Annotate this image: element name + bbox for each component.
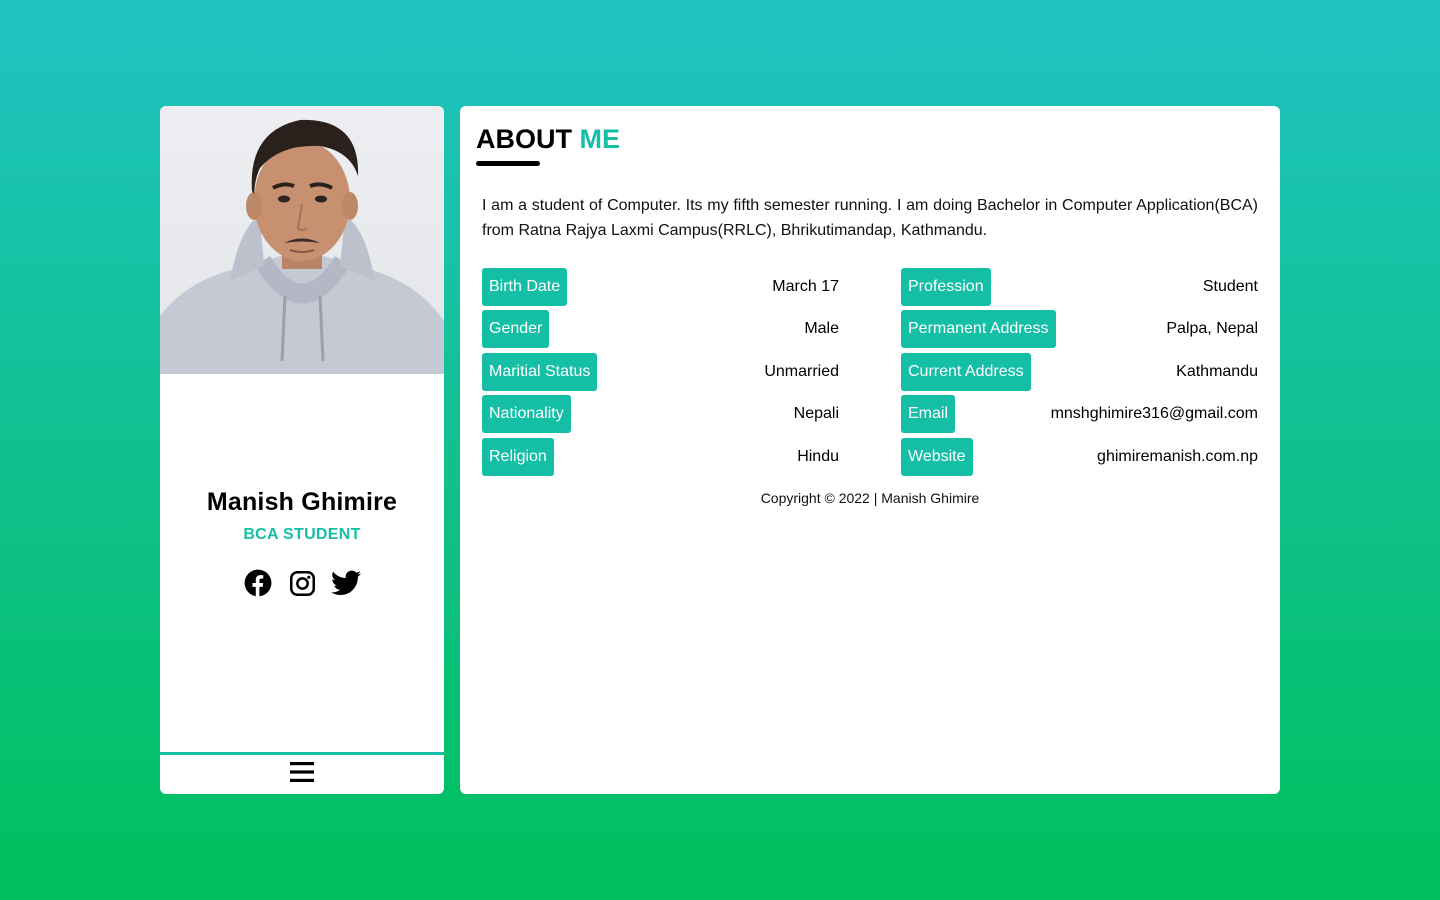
- detail-row-email: Email mnshghimire316@gmail.com: [901, 395, 1258, 433]
- detail-label: Email: [901, 395, 956, 433]
- detail-value: Male: [804, 320, 839, 337]
- detail-label: Gender: [482, 310, 550, 348]
- detail-row-profession: Profession Student: [901, 268, 1258, 306]
- detail-row-website: Website ghimiremanish.com.np: [901, 438, 1258, 476]
- menu-toggle-button[interactable]: [160, 752, 444, 794]
- twitter-icon[interactable]: [331, 568, 361, 598]
- profile-photo: [160, 106, 444, 374]
- social-links: [160, 568, 444, 598]
- detail-label: Maritial Status: [482, 353, 598, 391]
- profile-name: Manish Ghimire: [206, 488, 398, 516]
- detail-label: Nationality: [482, 395, 571, 433]
- detail-value: Hindu: [797, 448, 839, 465]
- detail-row-religion: Religion Hindu: [482, 438, 839, 476]
- detail-row-current-address: Current Address Kathmandu: [901, 353, 1258, 391]
- detail-row-marital-status: Maritial Status Unmarried: [482, 353, 839, 391]
- detail-label: Permanent Address: [901, 310, 1056, 348]
- about-title: ABOUT ME: [476, 124, 620, 155]
- copyright-text: Copyright © 2022 | Manish Ghimire: [760, 490, 980, 506]
- detail-value: March 17: [772, 278, 839, 295]
- profile-role: BCA STUDENT: [243, 526, 361, 543]
- detail-row-permanent-address: Permanent Address Palpa, Nepal: [901, 310, 1258, 348]
- detail-label: Website: [901, 438, 973, 476]
- detail-value: Palpa, Nepal: [1166, 320, 1258, 337]
- hamburger-menu-icon[interactable]: [290, 761, 314, 788]
- detail-value: Kathmandu: [1176, 363, 1258, 380]
- detail-row-nationality: Nationality Nepali: [482, 395, 839, 433]
- title-underline: [476, 161, 540, 166]
- about-title-main: ABOUT: [476, 124, 572, 154]
- detail-value: Unmarried: [764, 363, 839, 380]
- detail-value: ghimiremanish.com.np: [1097, 448, 1258, 465]
- detail-value: Nepali: [793, 405, 839, 422]
- detail-label: Current Address: [901, 353, 1031, 391]
- detail-row-gender: Gender Male: [482, 310, 839, 348]
- bio-text: I am a student of Computer. Its my fifth…: [482, 197, 1258, 239]
- about-title-accent: ME: [579, 124, 621, 154]
- detail-value: Student: [1202, 278, 1258, 295]
- detail-label: Religion: [482, 438, 554, 476]
- about-card: ABOUT ME I am a student of Computer. Its…: [460, 106, 1280, 794]
- facebook-icon[interactable]: [243, 568, 273, 598]
- profile-card: Manish Ghimire BCA STUDENT: [160, 106, 444, 794]
- detail-label: Profession: [901, 268, 991, 306]
- instagram-icon[interactable]: [287, 568, 317, 598]
- detail-row-birth-date: Birth Date March 17: [482, 268, 839, 306]
- detail-label: Birth Date: [482, 268, 568, 306]
- detail-value: mnshghimire316@gmail.com: [1050, 405, 1258, 422]
